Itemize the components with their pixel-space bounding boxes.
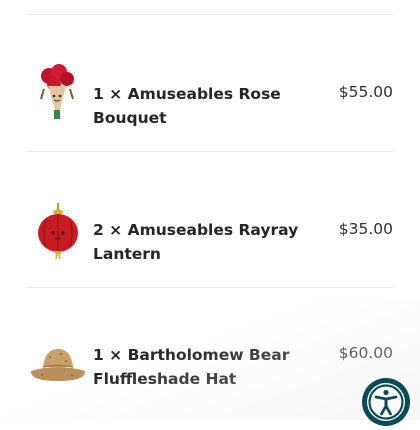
item-quantity: 2 × — [93, 221, 123, 239]
cart-item-rose-bouquet: 1 × Amuseables Rose Bouquet $55.00 — [0, 60, 420, 140]
item-title: Amuseables Rayray Lantern — [93, 221, 299, 263]
cart-item-bucket-hat: 1 × Bartholomew Bear Fluffleshade Hat $6… — [0, 335, 420, 415]
item-name[interactable]: 1 × Bartholomew Bear Fluffleshade Hat — [93, 343, 293, 391]
item-title: Amuseables Rose Bouquet — [93, 85, 281, 127]
divider — [27, 14, 393, 15]
item-quantity: 1 × — [93, 346, 123, 364]
rayray-lantern-image[interactable] — [28, 200, 88, 260]
accessibility-button[interactable] — [362, 378, 410, 426]
item-price: $35.00 — [338, 220, 393, 238]
divider — [27, 151, 393, 152]
item-name[interactable]: 1 × Amuseables Rose Bouquet — [93, 82, 333, 130]
item-price: $60.00 — [338, 344, 393, 362]
bucket-hat-image[interactable] — [28, 337, 88, 397]
item-price: $55.00 — [338, 83, 393, 101]
accessibility-person-icon — [367, 383, 405, 421]
rose-bouquet-image[interactable] — [28, 62, 88, 122]
item-quantity: 1 × — [93, 85, 123, 103]
item-name[interactable]: 2 × Amuseables Rayray Lantern — [93, 218, 338, 266]
item-title: Bartholomew Bear Fluffleshade Hat — [93, 346, 290, 388]
cart-item-rayray-lantern: 2 × Amuseables Rayray Lantern $35.00 — [0, 200, 420, 280]
divider — [27, 287, 393, 288]
